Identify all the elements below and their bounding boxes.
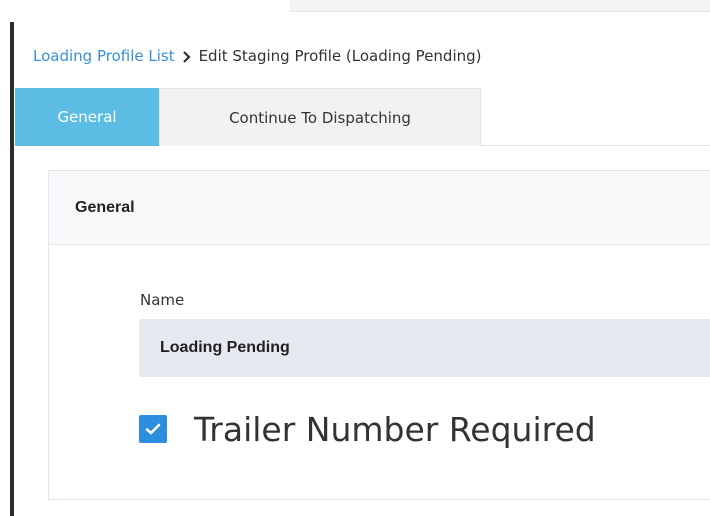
tab-general[interactable]: General [15, 88, 159, 146]
cropped-header-strip [0, 0, 710, 17]
tab-continue-to-dispatching[interactable]: Continue To Dispatching [159, 88, 481, 146]
name-label: Name [140, 291, 185, 309]
window-left-border [10, 22, 14, 516]
breadcrumb-link-loading-profile-list[interactable]: Loading Profile List [33, 47, 175, 65]
name-input[interactable] [139, 319, 710, 377]
breadcrumb: Loading Profile List Edit Staging Profil… [33, 42, 482, 70]
general-panel: General Name Trailer Number Required [48, 170, 710, 500]
trailer-number-required-checkbox-row[interactable]: Trailer Number Required [139, 404, 596, 454]
checkmark-icon [145, 423, 161, 435]
chevron-right-icon [175, 47, 199, 65]
app-frame: Loading Profile List Edit Staging Profil… [0, 0, 710, 516]
breadcrumb-current: Edit Staging Profile (Loading Pending) [198, 47, 482, 65]
tab-bar: General Continue To Dispatching [15, 88, 710, 146]
panel-title: General [49, 171, 710, 245]
trailer-number-required-label: Trailer Number Required [194, 409, 596, 449]
trailer-number-required-checkbox[interactable] [139, 415, 167, 443]
